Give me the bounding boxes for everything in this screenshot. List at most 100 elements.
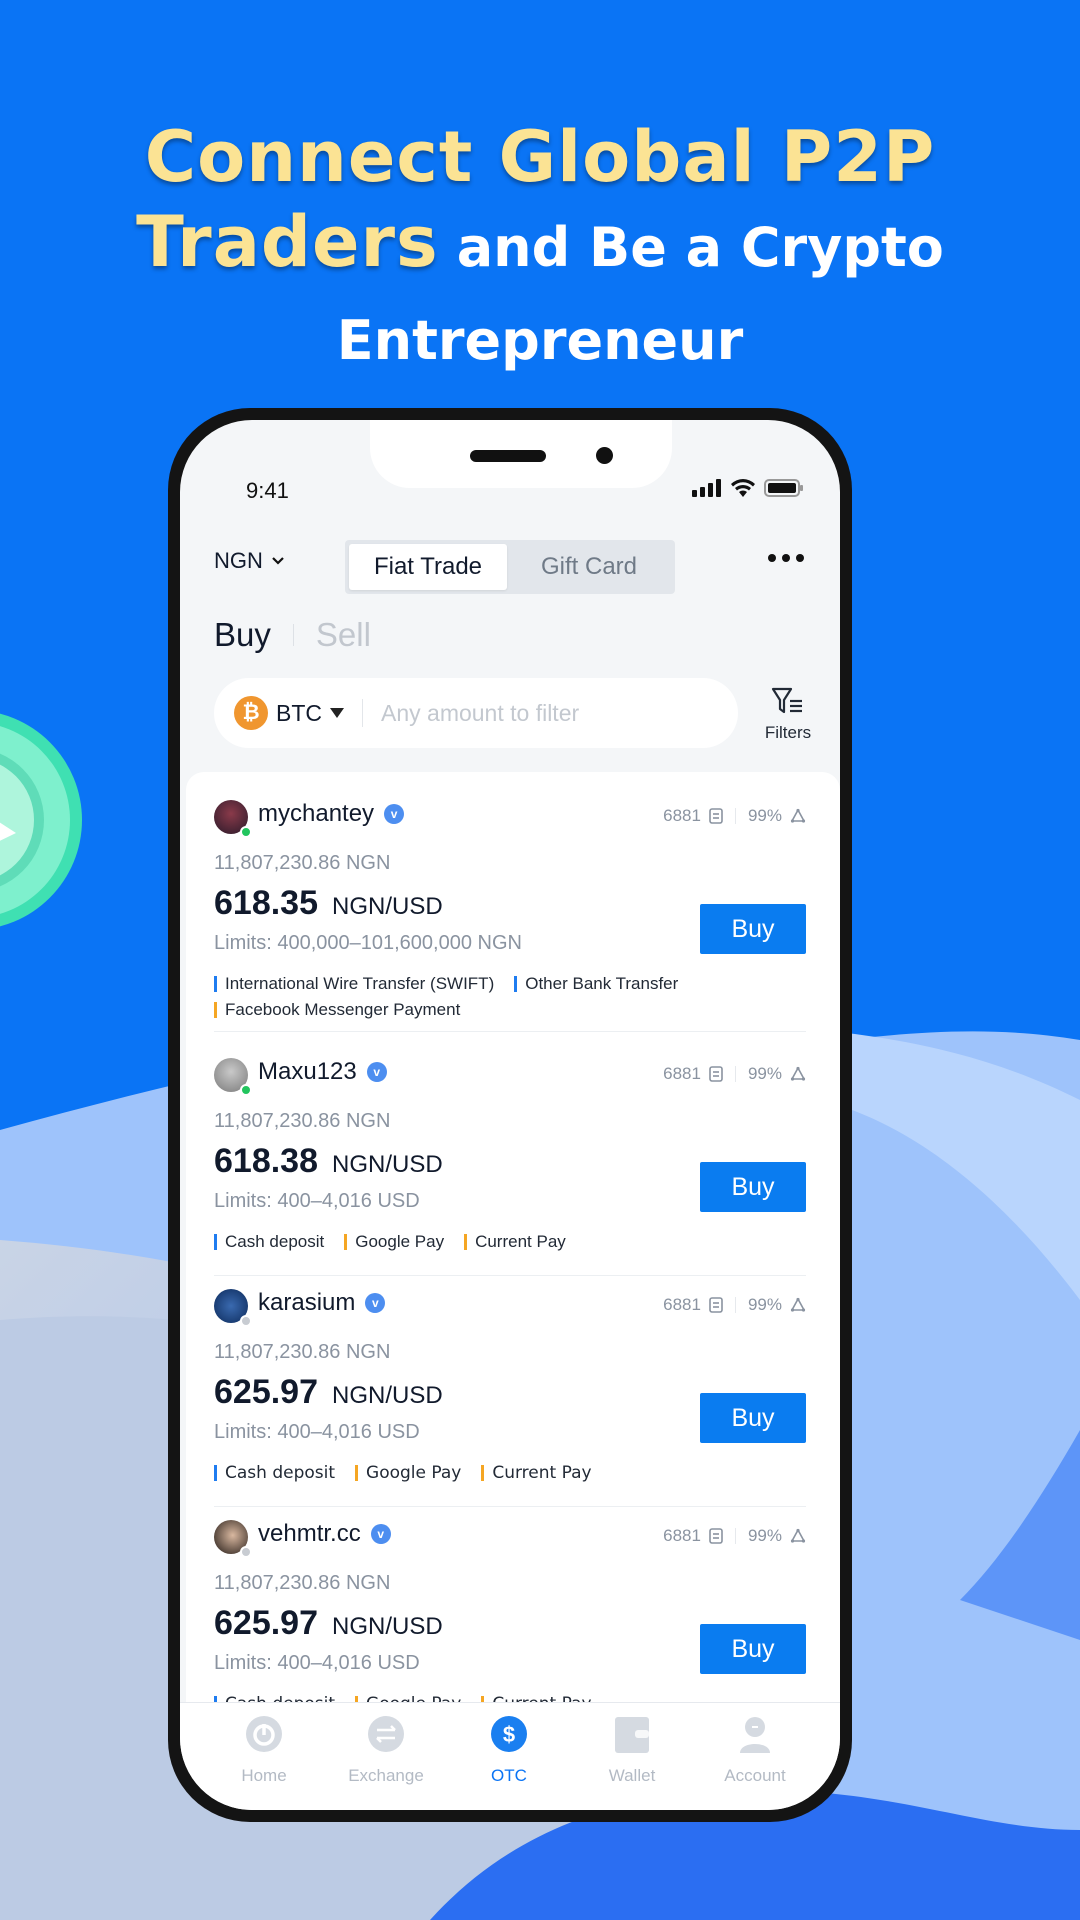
divider <box>734 808 736 824</box>
completion-rate: 99% <box>747 1064 782 1083</box>
payment-method-tag: Current Pay <box>481 1463 592 1483</box>
headline-line-3: Entrepreneur <box>336 309 744 372</box>
tab-exchange[interactable]: Exchange <box>331 1715 441 1786</box>
method-label: Cash deposit <box>225 1232 325 1251</box>
currency-selector[interactable]: NGN <box>214 548 285 574</box>
method-label: Other Bank Transfer <box>525 974 679 993</box>
phone-frame: 9:41 NGN Fiat Trade Gift Card Buy Sell ₿… <box>168 408 852 1822</box>
buy-button[interactable]: Buy <box>700 1393 806 1443</box>
available-volume: 11,807,230.86 NGN <box>214 1572 391 1594</box>
tab-fiat-trade[interactable]: Fiat Trade <box>349 544 507 590</box>
offer-card: mychantey v 6881 99% 11,807,230.86 NGN 61… <box>214 788 806 1032</box>
method-color-bar <box>481 1465 485 1481</box>
offline-status-dot <box>240 1315 252 1327</box>
amount-filter-input[interactable] <box>381 699 711 727</box>
buy-sell-toggle: Buy Sell <box>214 616 371 654</box>
verified-badge-icon: v <box>366 1062 387 1082</box>
tab-account[interactable]: Account <box>700 1715 810 1786</box>
divider <box>292 624 294 646</box>
filters-label: Filters <box>764 723 812 742</box>
caret-down-icon[interactable] <box>330 708 344 718</box>
verified-badge-icon: v <box>370 1524 391 1544</box>
merchant-name[interactable]: mychantey v <box>258 800 405 828</box>
order-count: 6881 <box>663 1526 701 1545</box>
payment-method-tag: Other Bank Transfer <box>514 974 678 994</box>
coin-selector[interactable]: BTC <box>276 700 322 727</box>
merchant-name[interactable]: Maxu123 v <box>258 1058 387 1086</box>
merchant-stats: 6881 99% <box>663 1295 806 1315</box>
tab-home[interactable]: Home <box>209 1715 319 1786</box>
available-volume: 11,807,230.86 NGN <box>214 852 391 874</box>
price: 625.97 NGN/USD <box>214 1373 443 1412</box>
divider <box>734 1528 736 1544</box>
method-color-bar <box>214 1002 217 1018</box>
method-label: Google Pay <box>366 1463 462 1483</box>
method-label: Google Pay <box>355 1232 445 1251</box>
tab-gift-card[interactable]: Gift Card <box>507 544 671 590</box>
merchant-stats: 6881 99% <box>663 1064 806 1084</box>
orders-icon <box>709 808 723 824</box>
merchant-stats: 6881 99% <box>663 1526 806 1546</box>
wallet-icon <box>615 1717 649 1753</box>
camera <box>596 447 613 464</box>
merchant-username: karasium <box>258 1289 356 1316</box>
limits: Limits: 400,000–101,600,000 NGN <box>214 932 522 954</box>
headline-line-2: Traders and Be a Crypto <box>0 200 1080 303</box>
tab-otc[interactable]: $ OTC <box>454 1715 564 1786</box>
battery-icon <box>764 479 803 497</box>
order-count: 6881 <box>663 1064 701 1083</box>
payment-methods: Cash deposit Google Pay Current Pay <box>214 1232 714 1252</box>
bottom-tab-bar: Home Exchange $ OTC Wallet Account <box>180 1702 840 1810</box>
payment-method-tag: Cash deposit <box>214 1232 324 1252</box>
merchant-stats: 6881 99% <box>663 806 806 826</box>
payment-method-tag: Facebook Messenger Payment <box>214 1000 460 1020</box>
merchant-name[interactable]: karasium v <box>258 1289 386 1317</box>
merchant-username: Maxu123 <box>258 1058 357 1085</box>
headline-highlight: Traders <box>136 201 439 283</box>
payment-methods: Cash deposit Google Pay Current Pay <box>214 1463 714 1483</box>
order-count: 6881 <box>663 1295 701 1314</box>
limits: Limits: 400–4,016 USD <box>214 1190 420 1212</box>
buy-button[interactable]: Buy <box>700 1162 806 1212</box>
more-dots-icon[interactable] <box>768 554 804 562</box>
online-status-dot <box>240 826 252 838</box>
orders-icon <box>709 1066 723 1082</box>
available-volume: 11,807,230.86 NGN <box>214 1110 391 1132</box>
headline-line-1: Connect Global P2P <box>144 116 936 198</box>
divider <box>214 1506 806 1507</box>
method-label: Facebook Messenger Payment <box>225 1000 461 1019</box>
filters-button[interactable]: Filters <box>758 686 818 743</box>
price-pair: NGN/USD <box>332 1151 443 1178</box>
merchant-name[interactable]: vehmtr.cc v <box>258 1520 391 1548</box>
tab-wallet[interactable]: Wallet <box>577 1715 687 1786</box>
completion-icon <box>790 1528 806 1543</box>
tab-label: Account <box>724 1766 786 1785</box>
currency-label: NGN <box>214 548 263 573</box>
merchant-username: vehmtr.cc <box>258 1520 361 1547</box>
buy-button[interactable]: Buy <box>700 1624 806 1674</box>
price-value: 625.97 <box>214 1373 318 1411</box>
method-color-bar <box>214 1465 217 1481</box>
payment-method-tag: Google Pay <box>355 1463 461 1483</box>
available-volume: 11,807,230.86 NGN <box>214 1341 391 1363</box>
price-value: 625.97 <box>214 1604 318 1642</box>
chevron-down-icon <box>272 557 284 565</box>
completion-icon <box>790 1066 806 1081</box>
wifi-icon <box>731 479 755 497</box>
buy-button[interactable]: Buy <box>700 904 806 954</box>
online-status-dot <box>240 1084 252 1096</box>
offer-list: mychantey v 6881 99% 11,807,230.86 NGN 61… <box>186 772 840 1714</box>
tab-label: Exchange <box>348 1766 424 1785</box>
offer-card: Maxu123 v 6881 99% 11,807,230.86 NGN 618.… <box>214 1046 806 1276</box>
phone-screen: 9:41 NGN Fiat Trade Gift Card Buy Sell ₿… <box>180 420 840 1810</box>
tab-label: OTC <box>491 1766 527 1785</box>
payment-method-tag: Google Pay <box>344 1232 444 1252</box>
payment-methods: International Wire Transfer (SWIFT) Othe… <box>214 974 714 1020</box>
merchant-username: mychantey <box>258 800 375 827</box>
sell-tab[interactable]: Sell <box>316 616 371 654</box>
buy-tab[interactable]: Buy <box>214 616 271 654</box>
offer-card: karasium v 6881 99% 11,807,230.86 NGN 625… <box>214 1277 806 1507</box>
price: 625.97 NGN/USD <box>214 1604 443 1643</box>
limits: Limits: 400–4,016 USD <box>214 1652 420 1674</box>
completion-icon <box>790 1297 806 1312</box>
